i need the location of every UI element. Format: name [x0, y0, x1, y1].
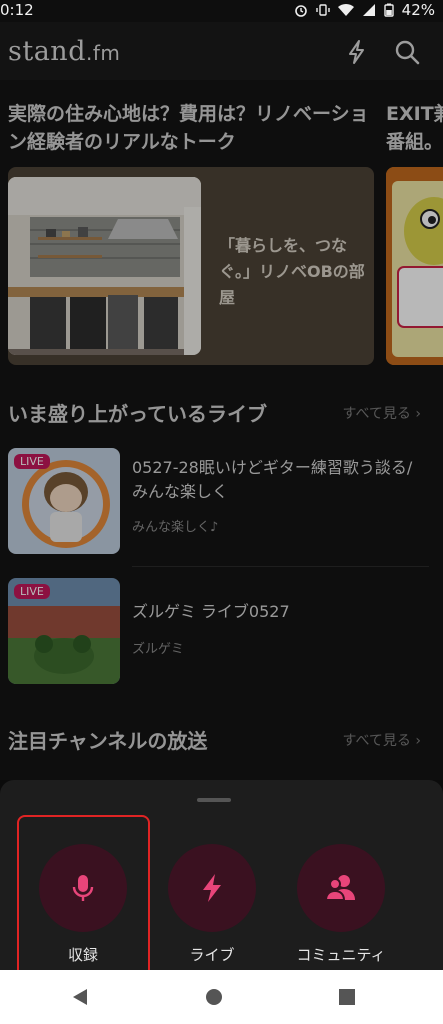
live-item[interactable]: LIVE ズルゲミ ライブ0527 ズルゲミ — [8, 578, 428, 688]
channel-see-all-link[interactable]: すべて見る › — [342, 730, 421, 750]
live-badge: LIVE — [14, 454, 50, 469]
status-bar: 0:12 42% — [0, 0, 443, 22]
chevron-right-icon: › — [415, 733, 421, 749]
featured-title[interactable]: 実際の住み心地は？費用は？リノベーション経験者のリアルなトーク — [8, 100, 374, 156]
kitchen-photo — [8, 177, 201, 355]
live-host: ズルゲミ — [132, 642, 184, 657]
app-logo[interactable]: stand.fm — [8, 36, 120, 67]
battery-icon — [383, 3, 394, 17]
system-nav-bar — [0, 970, 443, 1024]
featured-card[interactable]: 「暮らしを、つなぐ。」リノベOBの部屋 — [8, 167, 374, 365]
live-label: ライブ — [189, 946, 235, 964]
status-time: 0:12 — [0, 1, 34, 19]
see-all-label: すべて見る — [342, 733, 411, 749]
sheet-drag-handle[interactable] — [197, 798, 231, 802]
live-button[interactable]: ライブ — [152, 844, 272, 984]
featured-card-2[interactable] — [386, 167, 443, 365]
logo-main: stand — [8, 36, 86, 67]
battery-level: 42% — [401, 1, 435, 19]
alarm-icon — [294, 5, 307, 17]
lightning-icon — [203, 874, 221, 902]
search-icon[interactable] — [393, 38, 421, 66]
logo-suffix: .fm — [85, 41, 121, 65]
live-see-all-link[interactable]: すべて見る › — [342, 403, 421, 423]
live-thumbnail: LIVE — [8, 578, 120, 684]
wifi-icon — [337, 3, 354, 16]
community-circle — [297, 844, 385, 932]
chevron-right-icon: › — [415, 406, 421, 422]
action-sheet: 収録 ライブ コミュニティ — [0, 780, 443, 970]
live-item[interactable]: LIVE 0527-28眠いけどギター練習歌う談る/みんな楽しく みんな楽しく♪ — [8, 448, 428, 558]
vibrate-icon — [315, 4, 330, 16]
home-icon[interactable] — [205, 987, 223, 1007]
signal-icon — [362, 4, 375, 16]
community-button[interactable]: コミュニティ — [281, 844, 401, 984]
live-title: 0527-28眠いけどギター練習歌う談る/みんな楽しく — [132, 458, 413, 501]
back-icon[interactable] — [71, 987, 89, 1007]
featured-title-2[interactable]: EXIT兼番組。 — [386, 100, 443, 156]
live-circle — [168, 844, 256, 932]
home-feed[interactable]: 実際の住み心地は？費用は？リノベーション経験者のリアルなトーク EXIT兼番組。 — [0, 80, 443, 780]
see-all-label: すべて見る — [342, 406, 411, 422]
status-icons: 42% — [294, 1, 435, 19]
featured-caption: 「暮らしを、つなぐ。」リノベOBの部屋 — [219, 236, 365, 307]
app-header: stand.fm — [0, 22, 443, 80]
live-section-title: いま盛り上がっているライブ — [8, 402, 267, 426]
record-circle — [39, 844, 127, 932]
record-button[interactable]: 収録 — [23, 844, 143, 984]
community-label: コミュニティ — [296, 946, 386, 964]
list-divider — [132, 566, 429, 567]
recents-icon[interactable] — [338, 987, 356, 1007]
community-icon — [324, 875, 355, 901]
microphone-icon — [72, 875, 94, 901]
channel-section-title: 注目チャンネルの放送 — [8, 729, 208, 753]
live-badge: LIVE — [14, 584, 50, 599]
record-label: 収録 — [67, 946, 98, 964]
live-title: ズルゲミ ライブ0527 — [132, 602, 290, 621]
lightning-icon[interactable] — [343, 38, 371, 66]
live-thumbnail: LIVE — [8, 448, 120, 554]
live-host: みんな楽しく♪ — [132, 520, 219, 535]
